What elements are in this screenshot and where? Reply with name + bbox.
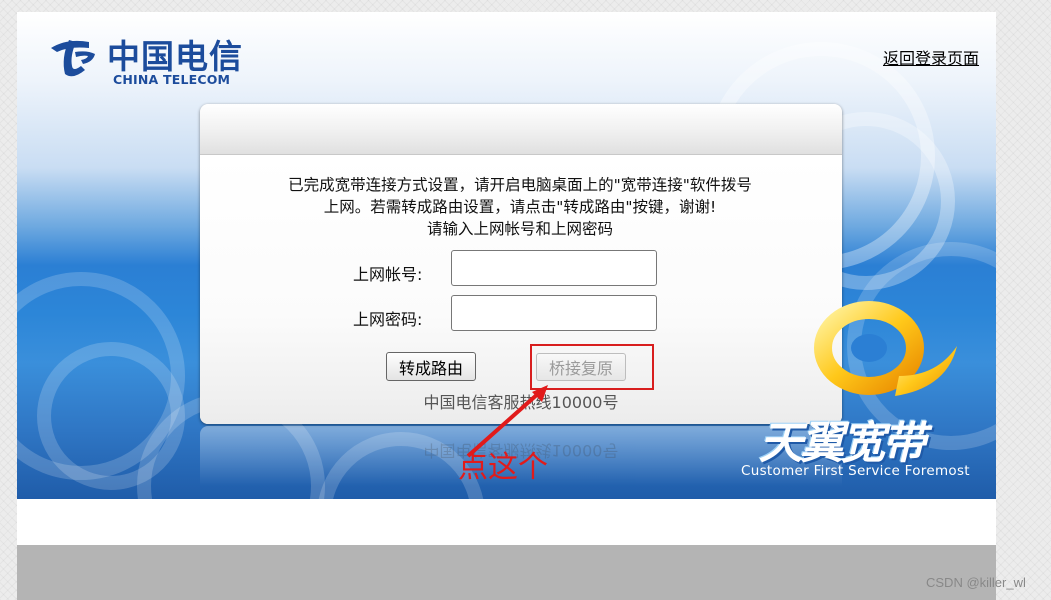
tianyi-broadband-title: 天翼宽带: [759, 418, 926, 469]
annotation-label: 点这个: [458, 450, 548, 485]
account-input[interactable]: [451, 250, 657, 286]
message-line-2: 上网。若需转成路由设置，请点击"转成路由"按键，谢谢!: [323, 198, 717, 216]
tianyi-swirl-icon: [814, 301, 957, 396]
panel-header: [200, 104, 842, 155]
telecom-e-icon: [51, 40, 95, 77]
page: 中国电信 CHINA TELECOM 返回登录页面 已完成宽带连接方式设置，请开…: [17, 12, 996, 600]
password-input[interactable]: [451, 295, 657, 331]
china-telecom-logo[interactable]: 中国电信 CHINA TELECOM: [45, 30, 245, 90]
footer-bar: [17, 545, 996, 600]
return-to-login-link[interactable]: 返回登录页面: [883, 45, 979, 69]
setup-panel: 已完成宽带连接方式设置，请开启电脑桌面上的"宽带连接"软件拨号 上网。若需转成路…: [200, 104, 842, 424]
message-line-1: 已完成宽带连接方式设置，请开启电脑桌面上的"宽带连接"软件拨号: [288, 176, 752, 194]
brand-slogan: Customer First Service Foremost: [741, 463, 970, 479]
account-label: 上网帐号:: [353, 265, 423, 284]
logo-english-text: CHINA TELECOM: [113, 72, 231, 87]
logo-chinese-text: 中国电信: [107, 37, 243, 76]
password-label: 上网密码:: [353, 310, 423, 329]
message-line-3: 请输入上网帐号和上网密码: [426, 220, 613, 238]
csdn-watermark: CSDN @killer_wl: [926, 575, 1026, 590]
instruction-message: 已完成宽带连接方式设置，请开启电脑桌面上的"宽带连接"软件拨号 上网。若需转成路…: [220, 174, 820, 240]
convert-to-router-button[interactable]: 转成路由: [386, 352, 476, 381]
